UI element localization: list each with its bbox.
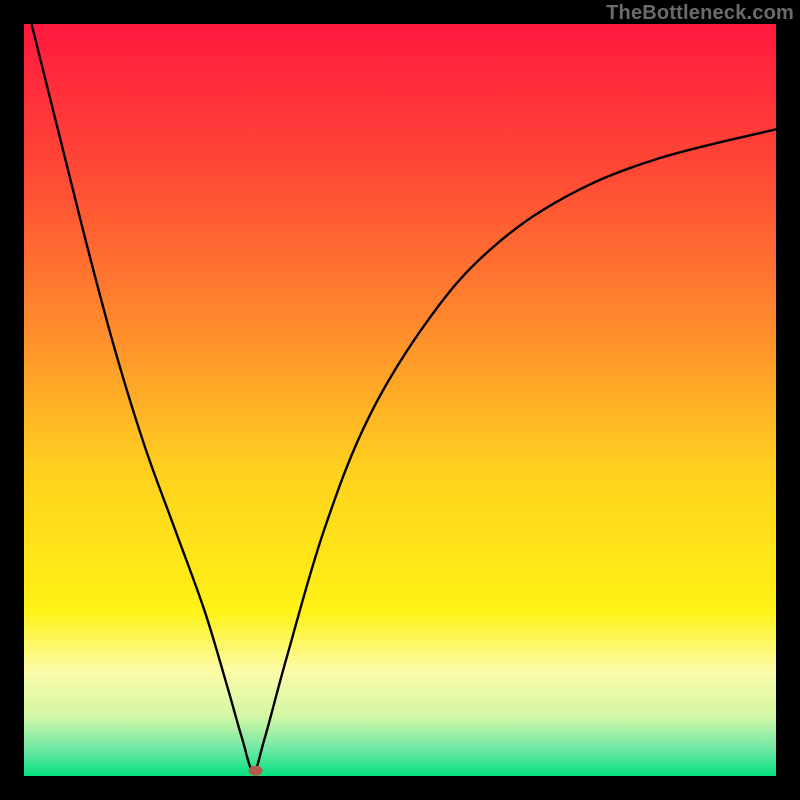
chart-frame: TheBottleneck.com [0, 0, 800, 800]
minimum-marker [249, 766, 263, 776]
plot-area [24, 24, 776, 776]
chart-svg [24, 24, 776, 776]
watermark-label: TheBottleneck.com [606, 2, 794, 25]
gradient-background [24, 24, 776, 776]
